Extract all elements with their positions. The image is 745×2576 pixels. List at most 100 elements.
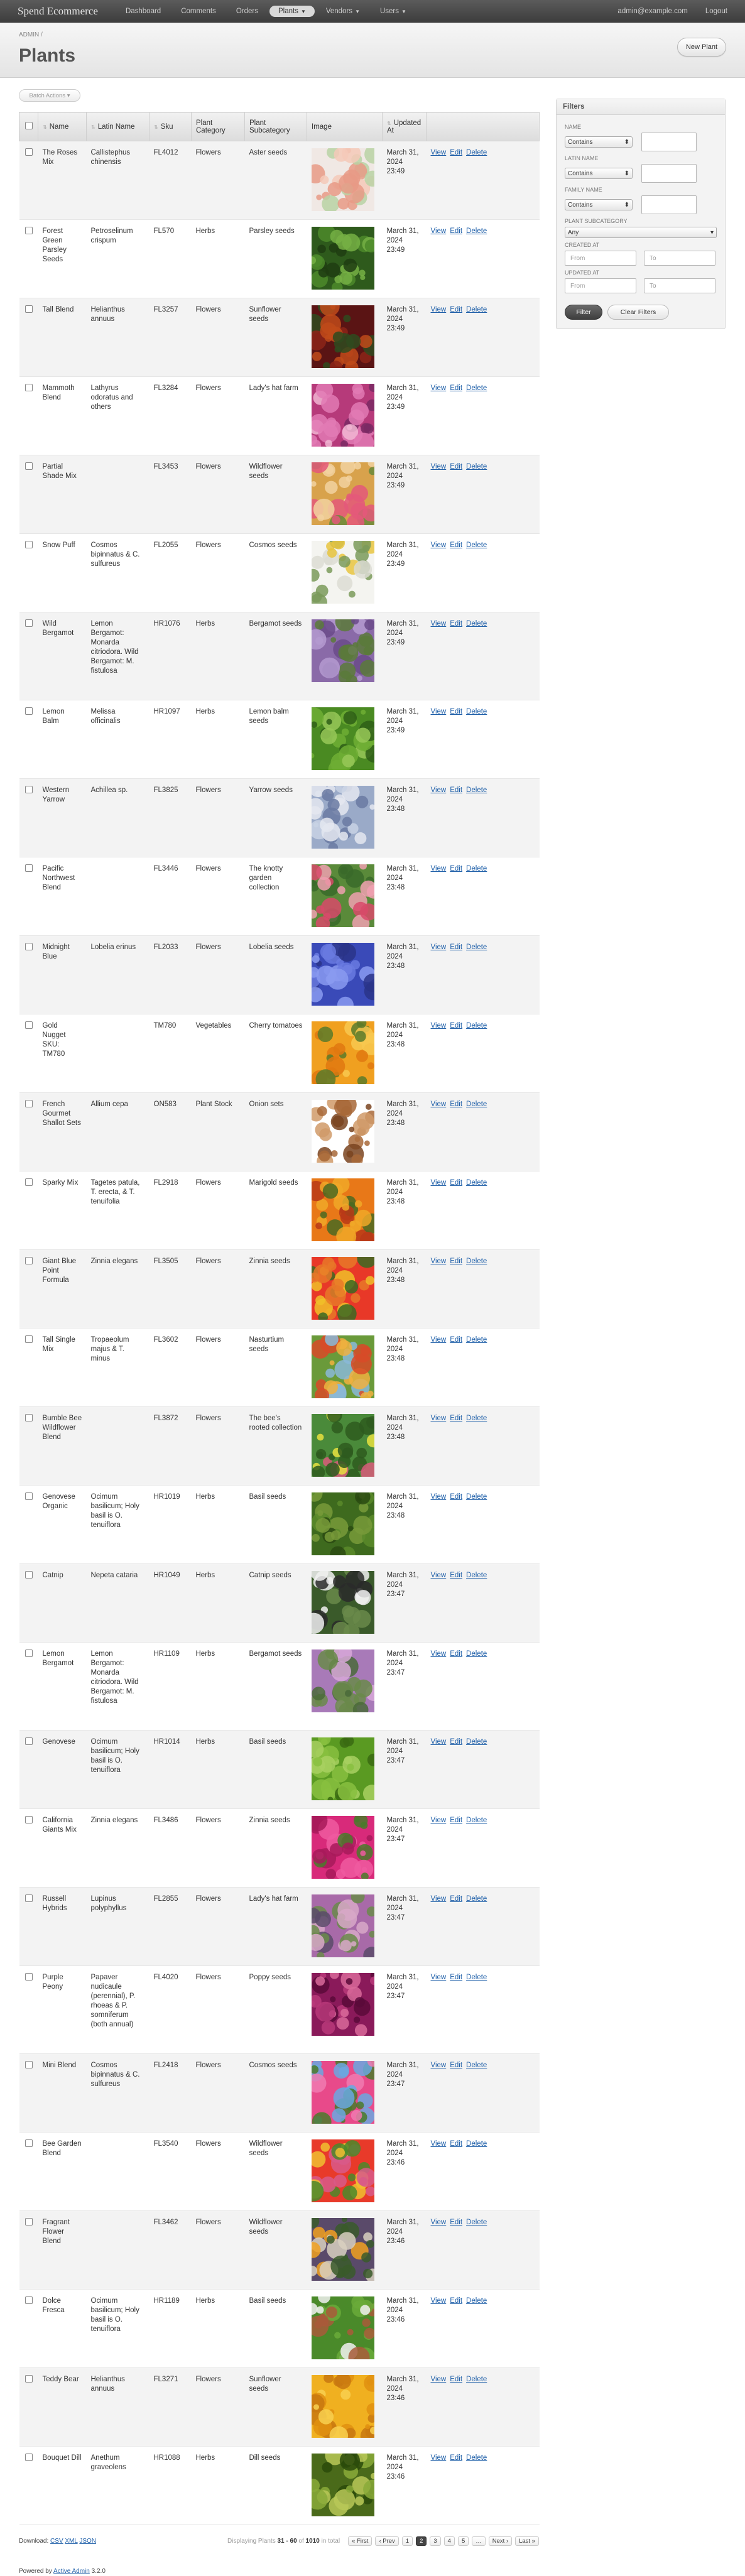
edit-link[interactable]: Edit xyxy=(450,2376,462,2383)
delete-link[interactable]: Delete xyxy=(466,2140,487,2148)
row-checkbox[interactable] xyxy=(24,1649,33,1657)
view-link[interactable]: View xyxy=(431,149,447,156)
row-checkbox[interactable] xyxy=(24,1021,33,1029)
edit-link[interactable]: Edit xyxy=(450,708,462,715)
filter-subcategory-select[interactable]: Any ▾ xyxy=(565,227,717,238)
row-checkbox[interactable] xyxy=(24,1492,33,1500)
row-checkbox[interactable] xyxy=(24,1335,33,1343)
filter-latin-name-input[interactable] xyxy=(641,164,697,183)
view-link[interactable]: View xyxy=(431,306,447,313)
edit-link[interactable]: Edit xyxy=(450,463,462,470)
row-checkbox[interactable] xyxy=(24,462,33,470)
delete-link[interactable]: Delete xyxy=(466,1258,487,1265)
row-checkbox[interactable] xyxy=(24,1100,33,1107)
filter-operator-select[interactable]: Contains ⬍ xyxy=(565,199,633,210)
delete-link[interactable]: Delete xyxy=(466,384,487,392)
row-checkbox[interactable] xyxy=(24,305,33,313)
edit-link[interactable]: Edit xyxy=(450,1415,462,1422)
edit-link[interactable]: Edit xyxy=(450,1179,462,1187)
view-link[interactable]: View xyxy=(431,2062,447,2069)
delete-link[interactable]: Delete xyxy=(466,541,487,549)
row-checkbox[interactable] xyxy=(24,1973,33,1981)
tab-dashboard[interactable]: Dashboard xyxy=(117,6,170,17)
tab-users[interactable]: Users ▼ xyxy=(371,6,415,17)
batch-actions-button[interactable]: Batch Actions ▾ xyxy=(19,89,80,102)
view-link[interactable]: View xyxy=(431,865,447,872)
edit-link[interactable]: Edit xyxy=(450,227,462,235)
delete-link[interactable]: Delete xyxy=(466,1817,487,1824)
delete-link[interactable]: Delete xyxy=(466,1415,487,1422)
delete-link[interactable]: Delete xyxy=(466,1179,487,1187)
filter-submit-button[interactable]: Filter xyxy=(565,305,602,320)
row-checkbox[interactable] xyxy=(24,943,33,950)
site-title[interactable]: Spend Ecommerce xyxy=(18,5,98,18)
row-checkbox[interactable] xyxy=(24,619,33,627)
page-link-1[interactable]: 1 xyxy=(401,2536,413,2546)
filter-operator-select[interactable]: Contains ⬍ xyxy=(565,168,633,179)
view-link[interactable]: View xyxy=(431,2297,447,2305)
edit-link[interactable]: Edit xyxy=(450,1022,462,1030)
view-link[interactable]: View xyxy=(431,1650,447,1658)
delete-link[interactable]: Delete xyxy=(466,865,487,872)
edit-link[interactable]: Edit xyxy=(450,786,462,794)
delete-link[interactable]: Delete xyxy=(466,1572,487,1579)
delete-link[interactable]: Delete xyxy=(466,1022,487,1030)
row-checkbox[interactable] xyxy=(24,2139,33,2147)
column-header-updated-at[interactable]: ⇅ Updated At xyxy=(382,112,427,141)
delete-link[interactable]: Delete xyxy=(466,1895,487,1903)
edit-link[interactable]: Edit xyxy=(450,620,462,628)
view-link[interactable]: View xyxy=(431,1817,447,1824)
filter-date-to-input[interactable]: To xyxy=(644,278,715,293)
delete-link[interactable]: Delete xyxy=(466,1650,487,1658)
download-xml-link[interactable]: XML xyxy=(65,2538,77,2545)
row-checkbox[interactable] xyxy=(24,1894,33,1902)
delete-link[interactable]: Delete xyxy=(466,463,487,470)
row-checkbox[interactable] xyxy=(24,1414,33,1421)
page-link-prev[interactable]: ‹ Prev xyxy=(375,2536,399,2546)
view-link[interactable]: View xyxy=(431,2454,447,2462)
view-link[interactable]: View xyxy=(431,1974,447,1981)
page-link-4[interactable]: 4 xyxy=(443,2536,455,2546)
edit-link[interactable]: Edit xyxy=(450,1974,462,1981)
delete-link[interactable]: Delete xyxy=(466,2454,487,2462)
edit-link[interactable]: Edit xyxy=(450,1650,462,1658)
delete-link[interactable]: Delete xyxy=(466,1101,487,1108)
view-link[interactable]: View xyxy=(431,1493,447,1501)
logout-link[interactable]: Logout xyxy=(705,8,727,15)
view-link[interactable]: View xyxy=(431,1572,447,1579)
page-link-3[interactable]: 3 xyxy=(430,2536,441,2546)
column-header-sku[interactable]: ⇅ Sku xyxy=(149,112,192,141)
view-link[interactable]: View xyxy=(431,227,447,235)
page-link-last[interactable]: Last » xyxy=(515,2536,539,2546)
column-header-name[interactable]: ⇅ Name xyxy=(38,112,87,141)
row-checkbox[interactable] xyxy=(24,707,33,715)
delete-link[interactable]: Delete xyxy=(466,2376,487,2383)
view-link[interactable]: View xyxy=(431,541,447,549)
view-link[interactable]: View xyxy=(431,384,447,392)
view-link[interactable]: View xyxy=(431,708,447,715)
select-all-checkbox[interactable] xyxy=(24,122,33,129)
filter-date-from-input[interactable]: From xyxy=(565,251,636,266)
view-link[interactable]: View xyxy=(431,1101,447,1108)
delete-link[interactable]: Delete xyxy=(466,1336,487,1344)
edit-link[interactable]: Edit xyxy=(450,1101,462,1108)
page-link-5[interactable]: 5 xyxy=(457,2536,469,2546)
edit-link[interactable]: Edit xyxy=(450,1493,462,1501)
row-checkbox[interactable] xyxy=(24,786,33,793)
delete-link[interactable]: Delete xyxy=(466,306,487,313)
tab-plants[interactable]: Plants ▼ xyxy=(269,5,315,17)
view-link[interactable]: View xyxy=(431,2140,447,2148)
delete-link[interactable]: Delete xyxy=(466,786,487,794)
download-json-link[interactable]: JSON xyxy=(79,2538,96,2545)
tab-comments[interactable]: Comments xyxy=(172,6,225,17)
view-link[interactable]: View xyxy=(431,1179,447,1187)
edit-link[interactable]: Edit xyxy=(450,943,462,951)
view-link[interactable]: View xyxy=(431,1895,447,1903)
edit-link[interactable]: Edit xyxy=(450,149,462,156)
filter-date-to-input[interactable]: To xyxy=(644,251,715,266)
row-checkbox[interactable] xyxy=(24,148,33,156)
delete-link[interactable]: Delete xyxy=(466,149,487,156)
filter-date-from-input[interactable]: From xyxy=(565,278,636,293)
edit-link[interactable]: Edit xyxy=(450,2454,462,2462)
delete-link[interactable]: Delete xyxy=(466,620,487,628)
